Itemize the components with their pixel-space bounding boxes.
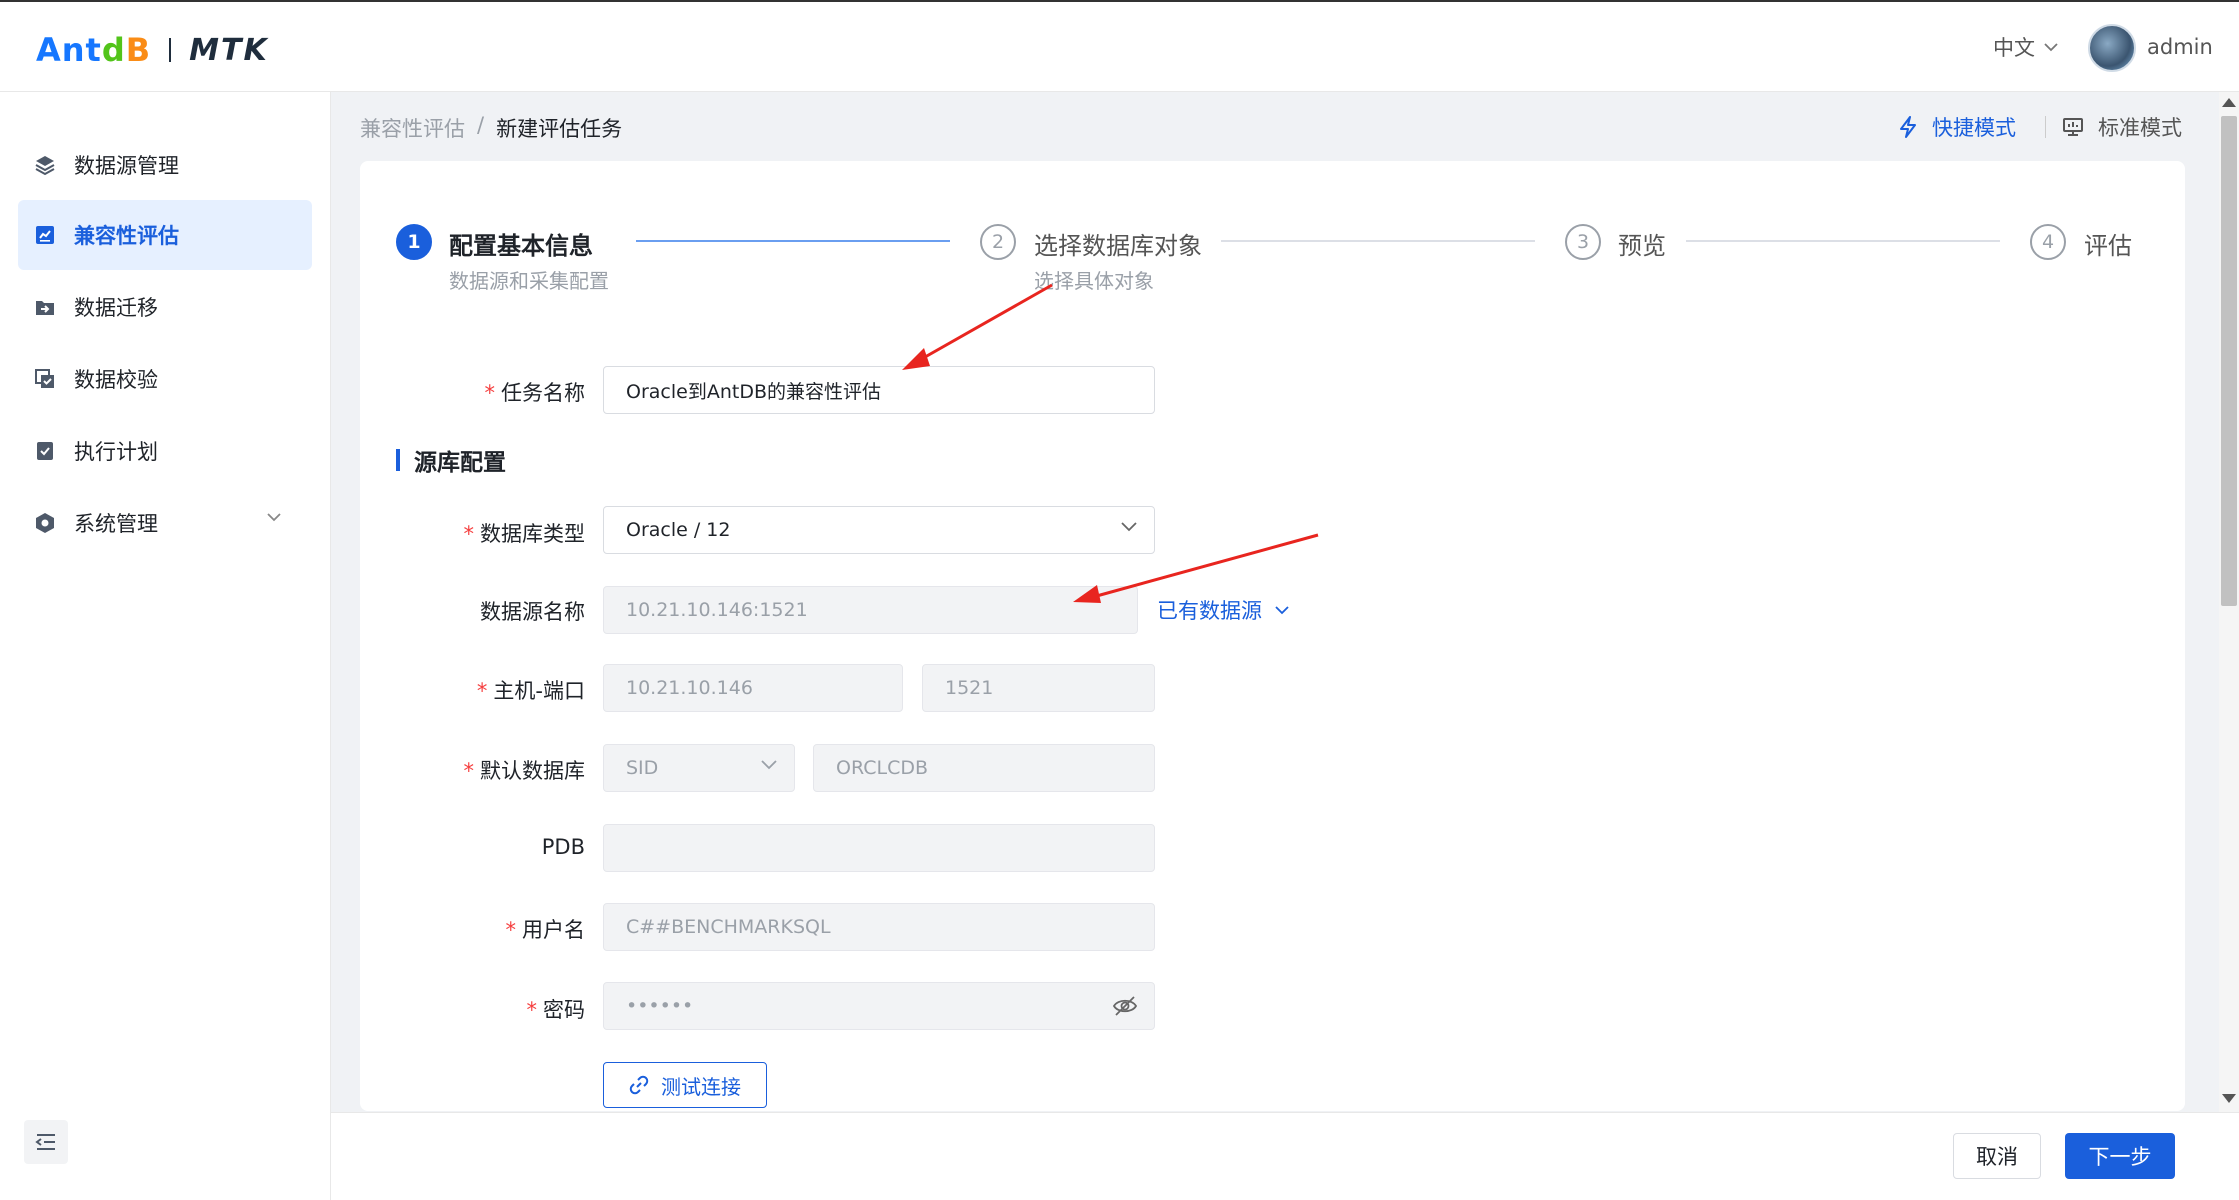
db-type-select[interactable]: Oracle / 12 <box>603 506 1155 554</box>
chevron-down-icon <box>1275 606 1289 615</box>
default-db-type-select[interactable]: SID <box>603 744 795 792</box>
verify-icon <box>34 368 56 390</box>
step-connector-2 <box>1221 240 1535 242</box>
port-input[interactable]: 1521 <box>922 664 1155 712</box>
host-port-label: * 主机-端口 <box>476 679 585 703</box>
step-4-number: 4 <box>2030 224 2066 260</box>
language-switcher[interactable]: 中文 <box>1993 32 2059 62</box>
avatar[interactable] <box>2088 24 2136 72</box>
test-connection-button[interactable]: 测试连接 <box>603 1062 767 1108</box>
standard-mode-button[interactable]: 标准模式 <box>2062 112 2182 142</box>
quick-mode-label: 快捷模式 <box>1932 116 2016 140</box>
sidebar-item-assessment[interactable]: 兼容性评估 <box>18 200 312 270</box>
product-name: MTK <box>189 32 269 68</box>
step-1-desc: 数据源和采集配置 <box>449 269 609 293</box>
plan-icon <box>34 440 56 462</box>
chevron-down-icon <box>267 513 281 522</box>
sidebar-item-migration[interactable]: 数据迁移 <box>18 272 312 342</box>
sidebar-item-system[interactable]: 系统管理 <box>18 488 312 558</box>
scroll-up-arrow[interactable] <box>2222 98 2236 107</box>
username-label: * 用户名 <box>505 918 586 942</box>
sidebar-item-label: 执行计划 <box>74 440 158 464</box>
eye-invisible-icon[interactable] <box>1112 995 1138 1017</box>
migrate-icon <box>34 296 56 318</box>
assessment-icon <box>34 224 56 246</box>
chevron-down-icon <box>1121 522 1137 532</box>
username[interactable]: admin <box>2147 35 2213 59</box>
layers-icon <box>34 154 56 176</box>
sidebar-item-label: 数据源管理 <box>74 154 179 178</box>
task-name-label: * 任务名称 <box>484 381 586 405</box>
quick-mode-button[interactable]: 快捷模式 <box>1898 112 2016 142</box>
sidebar-item-plan[interactable]: 执行计划 <box>18 416 312 486</box>
step-2-title: 选择数据库对象 <box>1034 232 1202 260</box>
scrollbar-thumb[interactable] <box>2221 116 2237 606</box>
sidebar-item-label: 数据校验 <box>74 368 158 392</box>
form-card <box>360 161 2185 1111</box>
link-icon <box>629 1075 649 1095</box>
sidebar-item-label: 兼容性评估 <box>74 224 179 248</box>
language-label: 中文 <box>1993 36 2035 60</box>
pdb-label: PDB <box>541 835 585 859</box>
step-2-number: 2 <box>980 224 1016 260</box>
step-1-number: 1 <box>396 224 432 260</box>
app-logo[interactable]: AntdB MTK <box>36 30 269 70</box>
antdb-logo: AntdB <box>36 31 152 69</box>
ds-name-input[interactable]: 10.21.10.146:1521 <box>603 586 1138 634</box>
step-3-number: 3 <box>1565 224 1601 260</box>
breadcrumb-separator: / <box>477 113 485 137</box>
sidebar-item-datasource[interactable]: 数据源管理 <box>18 130 312 200</box>
menu-fold-icon <box>35 1134 55 1150</box>
sidebar-item-label: 系统管理 <box>74 512 158 536</box>
next-step-button[interactable]: 下一步 <box>2065 1133 2175 1179</box>
logo-divider <box>169 38 172 62</box>
task-name-input[interactable]: Oracle到AntDB的兼容性评估 <box>603 366 1155 414</box>
step-connector-1 <box>636 240 950 242</box>
db-type-label: * 数据库类型 <box>463 522 586 546</box>
ds-name-label: 数据源名称 <box>480 600 585 624</box>
host-input[interactable]: 10.21.10.146 <box>603 664 903 712</box>
chevron-down-icon <box>761 760 777 770</box>
password-label: * 密码 <box>526 998 586 1022</box>
step-connector-3 <box>1686 240 2000 242</box>
breadcrumb-current: 新建评估任务 <box>496 117 623 141</box>
cancel-button[interactable]: 取消 <box>1953 1133 2041 1179</box>
mode-divider <box>2045 116 2046 138</box>
default-db-label: * 默认数据库 <box>463 759 586 783</box>
existing-datasource-dropdown[interactable]: 已有数据源 <box>1157 595 1290 625</box>
lightning-icon <box>1900 116 1916 138</box>
sidebar-item-verify[interactable]: 数据校验 <box>18 344 312 414</box>
chevron-down-icon <box>2044 43 2058 52</box>
standard-mode-label: 标准模式 <box>2098 116 2182 140</box>
step-1-title: 配置基本信息 <box>449 232 593 260</box>
scroll-down-arrow[interactable] <box>2222 1094 2236 1103</box>
username-input[interactable]: C##BENCHMARKSQL <box>603 903 1155 951</box>
sidebar: 数据源管理 兼容性评估 数据迁移 数据校验 执行计划 系统管理 <box>0 92 331 1200</box>
collapse-sidebar-button[interactable] <box>24 1120 68 1164</box>
password-input[interactable]: •••••• <box>603 982 1155 1030</box>
sidebar-item-label: 数据迁移 <box>74 296 158 320</box>
step-3-title: 预览 <box>1618 232 1666 260</box>
step-4-title: 评估 <box>2084 232 2132 260</box>
section-source-config: 源库配置 <box>396 443 506 477</box>
breadcrumb-parent[interactable]: 兼容性评估 <box>360 113 465 143</box>
default-db-input[interactable]: ORCLCDB <box>813 744 1155 792</box>
breadcrumb: 兼容性评估 / 新建评估任务 <box>360 113 622 143</box>
monitor-icon <box>2063 118 2083 136</box>
top-header: AntdB MTK 中文 admin <box>0 0 2239 92</box>
step-2-desc: 选择具体对象 <box>1034 269 1154 293</box>
settings-icon <box>34 512 56 534</box>
pdb-input[interactable] <box>603 824 1155 872</box>
